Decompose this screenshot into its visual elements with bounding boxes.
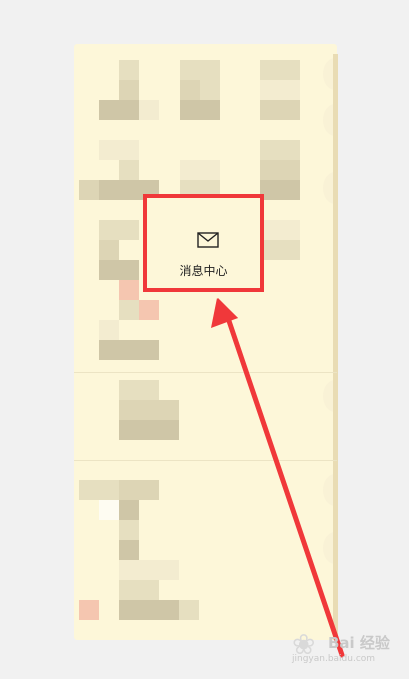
blurred-menu-item[interactable] (99, 220, 139, 240)
blurred-menu-item (99, 320, 119, 340)
blurred-menu-item (119, 480, 159, 500)
watermark-brand: Bai 经验 (328, 634, 390, 652)
blurred-menu-item (139, 100, 159, 120)
blurred-menu-item (79, 600, 99, 620)
blurred-menu-item[interactable] (260, 140, 300, 160)
section-divider (74, 460, 337, 461)
blurred-menu-item (119, 580, 159, 600)
blurred-menu-item (119, 420, 179, 440)
blurred-menu-item (99, 260, 139, 280)
section-divider (74, 372, 337, 373)
blurred-menu-item (99, 240, 119, 260)
blurred-menu-item[interactable] (260, 60, 300, 80)
blurred-menu-item (119, 400, 179, 420)
blurred-menu-item (119, 280, 139, 300)
blurred-menu-item[interactable] (119, 380, 159, 400)
message-center-label: 消息中心 (179, 264, 228, 278)
blurred-menu-item[interactable] (180, 60, 220, 80)
blurred-menu-item (200, 80, 220, 100)
blurred-menu-item (139, 300, 159, 320)
blurred-menu-item (260, 180, 300, 200)
blurred-menu-item (180, 100, 220, 120)
blurred-menu-item (119, 600, 179, 620)
blurred-menu-item (79, 180, 99, 200)
blurred-menu-item (260, 80, 300, 100)
blurred-menu-item (264, 240, 300, 260)
blurred-menu-item (99, 340, 159, 360)
blurred-menu-item[interactable] (264, 220, 300, 240)
blurred-menu-item (119, 100, 139, 120)
blurred-menu-item (119, 560, 179, 580)
envelope-icon (197, 232, 219, 248)
blurred-menu-item (119, 540, 139, 560)
blurred-menu-item (260, 160, 300, 180)
blurred-menu-item (119, 300, 139, 320)
baidu-watermark: ❀ Bai 经验 jingyan.baidu.com (292, 628, 404, 668)
blurred-menu-item (99, 500, 119, 520)
blurred-menu-item[interactable] (180, 160, 220, 180)
blurred-menu-item (119, 520, 139, 540)
blurred-menu-item (99, 100, 119, 120)
blurred-menu-item (180, 80, 200, 100)
blurred-menu-item (260, 100, 300, 120)
blurred-menu-item (119, 80, 139, 100)
message-center-item[interactable]: 消息中心 (143, 194, 264, 292)
blurred-menu-item[interactable] (119, 60, 139, 80)
blurred-menu-item (179, 600, 199, 620)
watermark-url: jingyan.baidu.com (292, 654, 376, 664)
blurred-menu-item[interactable] (79, 480, 119, 500)
blurred-menu-item (119, 160, 139, 180)
blurred-menu-item (119, 500, 139, 520)
panel-scroll-edge (333, 54, 338, 640)
blurred-menu-item[interactable] (99, 140, 139, 160)
